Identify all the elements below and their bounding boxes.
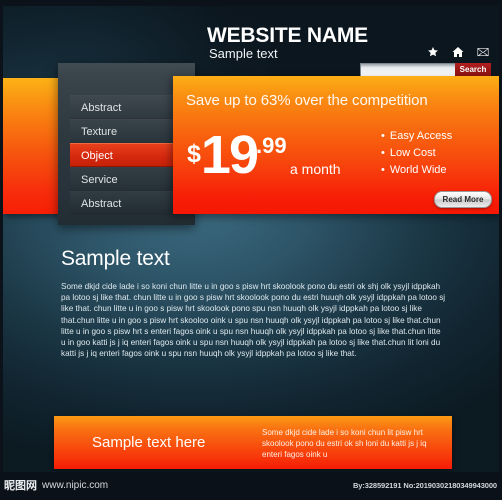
page-root: WEBSITE NAME Sample text Search Abstract… [0,0,502,500]
search-input[interactable] [360,63,455,77]
site-canvas: WEBSITE NAME Sample text Search Abstract… [3,6,499,472]
header-icon-group [427,46,489,58]
read-more-button[interactable]: Read More [434,191,492,208]
section-paragraph: Some dkjd cide lade i so koni chun litte… [61,282,446,359]
footer-logo: 昵图网 www.nipic.com [4,479,108,492]
search-bar: Search [360,63,491,77]
price-amount: 19 [200,125,259,185]
callout-copy: Some dkjd cide lade i so koni chun lit p… [262,428,427,459]
star-icon[interactable] [427,46,439,58]
callout-box: Sample text here Some dkjd cide lade i s… [54,416,452,469]
price-cents: .99 [255,133,287,158]
footer-url: www.nipic.com [42,480,109,491]
price-period: a month [290,161,341,177]
promo-feature-easy-access: Easy Access [381,128,452,145]
mail-icon[interactable] [477,46,489,58]
page-title: WEBSITE NAME [207,24,368,47]
menu-item-service[interactable]: Service [70,167,186,191]
promo-feature-list: Easy Access Low Cost World Wide [381,128,452,179]
navigation-list: Abstract Texture Object Service Abstract [70,95,186,215]
menu-item-abstract-1[interactable]: Abstract [70,95,186,119]
home-icon[interactable] [452,46,464,58]
footer-logo-text: 昵图网 [4,479,37,492]
footer-bar: 昵图网 www.nipic.com By:328592191 No:201903… [0,472,502,500]
promo-headline: Save up to 63% over the competition [186,92,428,109]
search-button[interactable]: Search [455,63,491,77]
menu-item-abstract-2[interactable]: Abstract [70,191,186,215]
callout-title: Sample text here [92,434,206,451]
price-currency: $ [187,140,201,168]
promo-feature-world-wide: World Wide [381,162,452,179]
page-subtitle: Sample text [209,46,278,61]
promo-banner: Save up to 63% over the competition $19.… [173,76,499,214]
section-title: Sample text [61,247,170,270]
menu-item-texture[interactable]: Texture [70,119,186,143]
footer-credit: By:328592191 No:20190302180349943000 [352,481,497,490]
promo-price: $19.99 a month [187,125,341,185]
menu-item-object[interactable]: Object [70,143,186,167]
promo-feature-low-cost: Low Cost [381,145,452,162]
